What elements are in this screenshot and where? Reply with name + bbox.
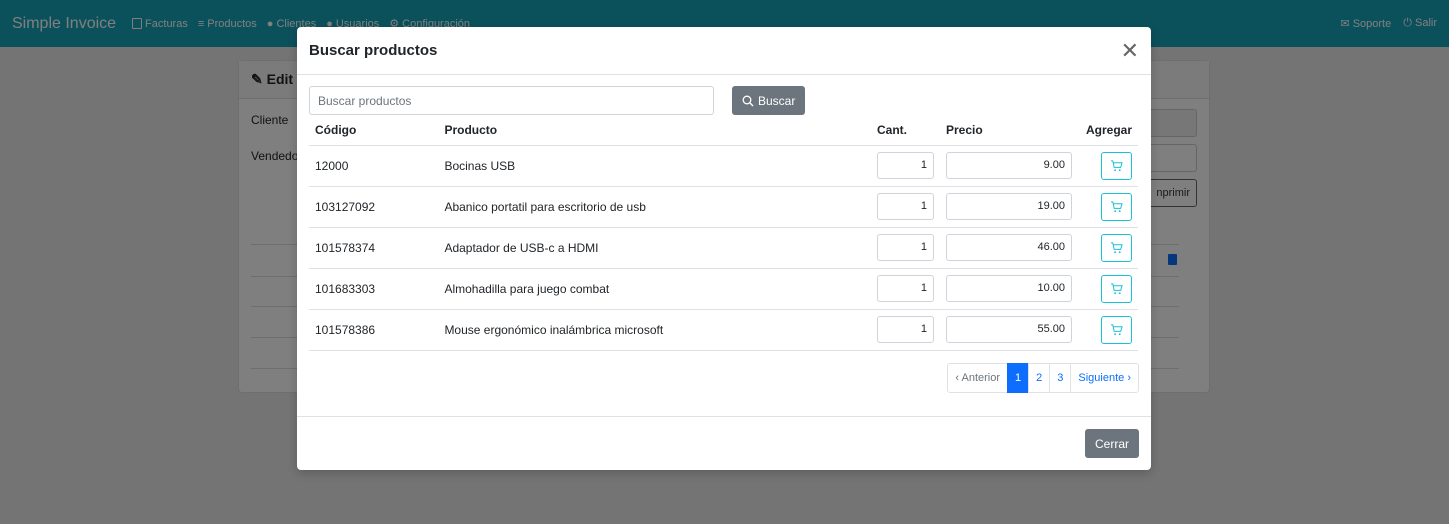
table-row: 101578374 Adaptador de USB-c a HDMI 1 46… [309,227,1138,269]
product-code: 103127092 [309,186,439,228]
quantity-input[interactable]: 1 [876,234,934,261]
quantity-input[interactable]: 1 [876,152,934,179]
price-input[interactable]: 19.00 [945,193,1072,220]
add-to-cart-button[interactable] [1101,274,1132,303]
quantity-input[interactable]: 1 [876,316,934,343]
table-row: 103127092 Abanico portatil para escritor… [309,186,1138,228]
product-code: 12000 [309,145,439,187]
search-icon [742,95,754,106]
product-code: 101578374 [309,227,439,269]
modal-title: Buscar productos [309,42,438,59]
modal-footer: Cerrar [297,416,1151,470]
search-products-modal: Buscar productos ✕ Buscar Código Product… [297,27,1151,470]
close-button[interactable]: Cerrar [1084,429,1139,458]
products-table: Código Producto Cant. Precio Agregar 120… [309,116,1138,351]
add-to-cart-button[interactable] [1101,315,1132,344]
cart-icon [1110,323,1123,335]
product-name: Adaptador de USB-c a HDMI [438,227,871,269]
add-to-cart-button[interactable] [1101,233,1132,262]
col-producto: Producto [438,116,871,146]
cart-icon [1110,282,1123,294]
product-code: 101683303 [309,268,439,310]
pagination-page-3[interactable]: 3 [1049,362,1072,393]
add-to-cart-button[interactable] [1101,151,1132,180]
search-row: Buscar [309,86,1139,115]
cart-icon [1110,241,1123,253]
modal-body: Buscar Código Producto Cant. Precio Agre… [297,75,1151,393]
price-input[interactable]: 55.00 [945,316,1072,343]
search-button[interactable]: Buscar [732,86,806,115]
pagination-page-1[interactable]: 1 [1007,362,1030,393]
table-header-row: Código Producto Cant. Precio Agregar [309,116,1138,146]
pagination: ‹ Anterior 1 2 3 Siguiente › [309,362,1139,393]
product-name: Mouse ergonómico inalámbrica microsoft [438,309,871,351]
product-name: Bocinas USB [438,145,871,187]
col-codigo: Código [309,116,439,146]
table-row: 101683303 Almohadilla para juego combat … [309,268,1138,310]
close-icon[interactable]: ✕ [1121,39,1139,62]
col-precio: Precio [939,116,1080,146]
quantity-input[interactable]: 1 [876,193,934,220]
search-input[interactable] [309,86,714,115]
product-code: 101578386 [309,309,439,351]
pagination-prev[interactable]: ‹ Anterior [947,362,1009,393]
pagination-next[interactable]: Siguiente › [1070,362,1139,393]
product-name: Almohadilla para juego combat [438,268,871,310]
table-row: 101578386 Mouse ergonómico inalámbrica m… [309,309,1138,351]
cart-icon [1110,159,1123,171]
quantity-input[interactable]: 1 [876,275,934,302]
product-name: Abanico portatil para escritorio de usb [438,186,871,228]
add-to-cart-button[interactable] [1101,192,1132,221]
modal-header: Buscar productos ✕ [297,27,1151,75]
price-input[interactable]: 46.00 [945,234,1072,261]
price-input[interactable]: 9.00 [945,152,1072,179]
col-agregar: Agregar [1079,116,1138,146]
col-cant: Cant. [870,116,940,146]
pagination-page-2[interactable]: 2 [1028,362,1051,393]
table-row: 12000 Bocinas USB 1 9.00 [309,145,1138,187]
cart-icon [1110,200,1123,212]
price-input[interactable]: 10.00 [945,275,1072,302]
